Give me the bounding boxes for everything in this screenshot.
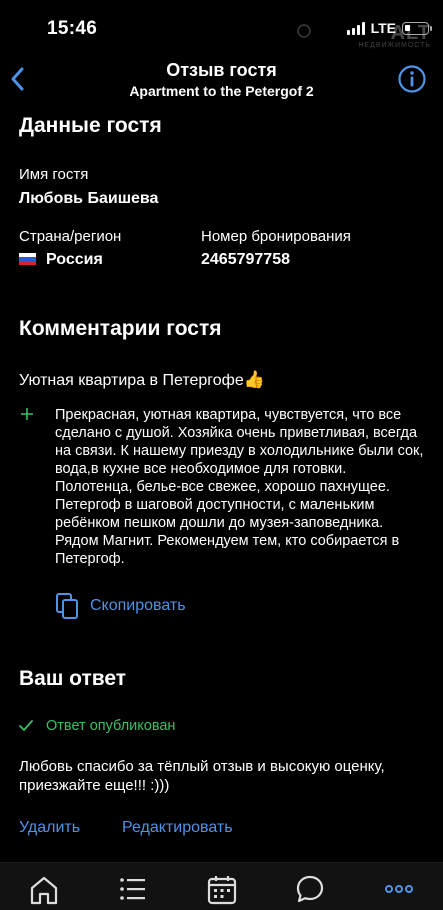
tab-more[interactable] xyxy=(383,873,415,905)
reply-section-title: Ваш ответ xyxy=(19,667,127,690)
tab-bar xyxy=(0,862,443,910)
check-icon xyxy=(19,720,33,731)
published-status-label: Ответ опубликован xyxy=(46,718,176,734)
delete-button[interactable]: Удалить xyxy=(19,819,80,837)
more-icon xyxy=(385,885,413,893)
tab-messages[interactable] xyxy=(294,873,326,905)
home-icon xyxy=(30,876,58,905)
country-name: Россия xyxy=(46,251,103,268)
guest-name-label: Имя гостя xyxy=(19,166,89,183)
edit-button[interactable]: Редактировать xyxy=(122,819,233,837)
chat-icon xyxy=(296,875,324,903)
tab-home[interactable] xyxy=(28,873,60,905)
battery-icon xyxy=(402,21,432,35)
calendar-icon xyxy=(207,876,237,905)
review-title: Уютная квартира в Петергофе👍 xyxy=(19,370,265,390)
russia-flag-icon xyxy=(19,253,36,265)
copy-label: Скопировать xyxy=(90,597,186,614)
copy-button[interactable]: Скопировать xyxy=(55,592,186,620)
reply-text: Любовь спасибо за тёплый отзыв и высокую… xyxy=(19,758,385,794)
info-icon xyxy=(398,65,426,93)
country-label: Страна/регион xyxy=(19,228,122,245)
nav-bar: Отзыв гостя Apartment to the Petergof 2 xyxy=(0,52,443,110)
guest-name-value: Любовь Баишева xyxy=(19,190,159,207)
booking-number-label: Номер бронирования xyxy=(201,228,351,245)
copy-icon xyxy=(56,593,78,619)
network-type: LTE xyxy=(370,20,396,36)
tab-list[interactable] xyxy=(117,873,149,905)
status-bar: 15:46 ALT НЕДВИЖИМОСТЬ LTE xyxy=(0,0,443,52)
signal-icon xyxy=(346,21,365,35)
page-subtitle: Apartment to the Petergof 2 xyxy=(129,83,314,99)
page-title: Отзыв гостя xyxy=(166,60,277,80)
guest-section-title: Данные гостя xyxy=(19,114,162,137)
booking-number-value: 2465797758 xyxy=(201,251,290,268)
country-value: Россия xyxy=(19,251,103,269)
info-button[interactable] xyxy=(397,64,427,94)
thumbs-up-icon: 👍 xyxy=(243,370,265,389)
list-icon xyxy=(120,878,145,900)
watermark-subtext: НЕДВИЖИМОСТЬ xyxy=(358,42,431,49)
plus-icon xyxy=(19,406,35,422)
published-status: Ответ опубликован xyxy=(19,718,175,734)
review-title-text: Уютная квартира в Петергофе xyxy=(19,372,244,389)
status-time: 15:46 xyxy=(47,18,98,39)
comments-section-title: Комментарии гостя xyxy=(19,317,222,340)
tab-calendar[interactable] xyxy=(206,873,238,905)
review-text: Прекрасная, уютная квартира, чувствуется… xyxy=(55,407,424,567)
